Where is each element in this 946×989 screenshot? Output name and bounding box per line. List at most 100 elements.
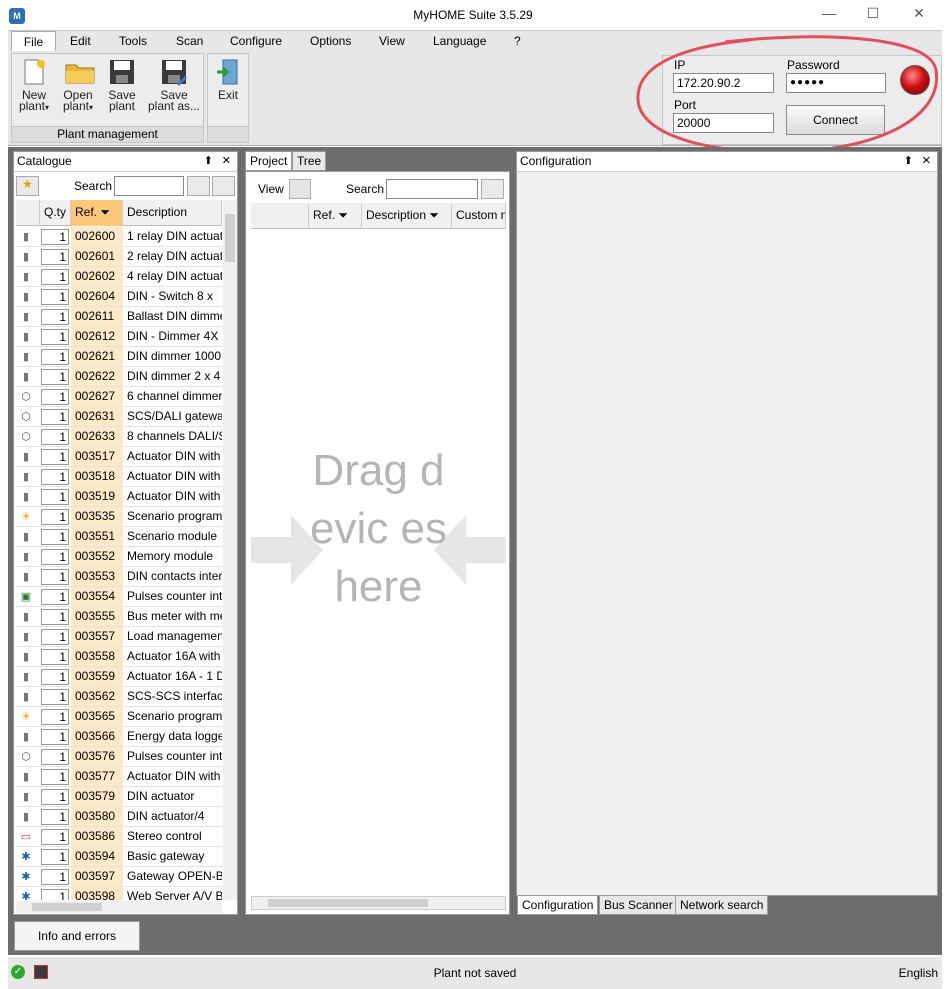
project-search-input[interactable]	[386, 179, 478, 199]
table-row[interactable]: ▮ 1 003551 Scenario module	[16, 527, 222, 547]
menu-configure[interactable]: Configure	[230, 34, 282, 48]
catalogue-search-input[interactable]	[114, 176, 184, 196]
save-plant-as-button[interactable]: Save plant as...	[146, 58, 202, 112]
filter-icon[interactable]: ⏷	[100, 205, 110, 219]
table-row[interactable]: ▮ 1 003577 Actuator DIN with	[16, 767, 222, 787]
menu-edit[interactable]: Edit	[70, 34, 91, 48]
qty-input[interactable]: 1	[41, 689, 69, 705]
table-row[interactable]: ☀ 1 003565 Scenario programi	[16, 707, 222, 727]
table-row[interactable]: ⬡ 1 002633 8 channels DALI/S	[16, 427, 222, 447]
table-row[interactable]: ▮ 1 002600 1 relay DIN actuat	[16, 227, 222, 247]
view-mode-icon[interactable]	[289, 179, 311, 199]
table-row[interactable]: ▮ 1 003553 DIN contacts inter	[16, 567, 222, 587]
tab-bus-scanner[interactable]: Bus Scanner	[599, 895, 678, 915]
table-row[interactable]: ✱ 1 003597 Gateway OPEN-BA	[16, 867, 222, 887]
qty-column-header[interactable]: Q.ty	[40, 200, 71, 226]
qty-input[interactable]: 1	[41, 569, 69, 585]
qty-input[interactable]: 1	[41, 669, 69, 685]
table-row[interactable]: ▮ 1 003555 Bus meter with me	[16, 607, 222, 627]
catalogue-horizontal-scrollbar[interactable]	[16, 901, 222, 913]
save-plant-button[interactable]: Save plant	[104, 58, 140, 112]
tab-network-search[interactable]: Network search	[675, 895, 769, 915]
table-row[interactable]: ▭ 1 003586 Stereo control	[16, 827, 222, 847]
project-eraser-icon[interactable]	[481, 179, 504, 199]
qty-input[interactable]: 1	[41, 649, 69, 665]
pin-icon[interactable]: ⬆	[204, 152, 213, 171]
qty-input[interactable]: 1	[41, 729, 69, 745]
qty-input[interactable]: 1	[41, 229, 69, 245]
qty-input[interactable]: 1	[41, 829, 69, 845]
table-row[interactable]: ☀ 1 003535 Scenario programi	[16, 507, 222, 527]
scroll-thumb[interactable]	[225, 214, 235, 262]
table-row[interactable]: ▮ 1 003566 Energy data logge	[16, 727, 222, 747]
project-custom-column-header[interactable]: Custom n	[452, 203, 506, 229]
table-row[interactable]: ⬡ 1 002631 SCS/DALI gateway	[16, 407, 222, 427]
qty-input[interactable]: 1	[41, 709, 69, 725]
config-pin-icon[interactable]: ⬆	[904, 152, 913, 171]
table-row[interactable]: ▮ 1 002604 DIN - Switch 8 x	[16, 287, 222, 307]
qty-input[interactable]: 1	[41, 509, 69, 525]
config-close-icon[interactable]: ✕	[922, 152, 931, 171]
tab-project[interactable]: Project	[245, 151, 293, 171]
table-row[interactable]: ⬡ 1 003576 Pulses counter int	[16, 747, 222, 767]
filter-icon[interactable]: ⏷	[429, 208, 439, 222]
eraser-icon[interactable]	[187, 176, 210, 196]
project-ref-column-header[interactable]: Ref. ⏷	[309, 203, 362, 229]
table-row[interactable]: ▮ 1 003562 SCS-SCS interface	[16, 687, 222, 707]
menu-view[interactable]: View	[379, 34, 405, 48]
qty-input[interactable]: 1	[41, 869, 69, 885]
table-row[interactable]: ▮ 1 003558 Actuator 16A with	[16, 647, 222, 667]
table-row[interactable]: ✱ 1 003598 Web Server A/V B	[16, 887, 222, 900]
menu-file[interactable]: File	[11, 31, 56, 53]
tab-tree[interactable]: Tree	[292, 151, 327, 171]
qty-input[interactable]: 1	[41, 289, 69, 305]
qty-input[interactable]: 1	[41, 749, 69, 765]
menu-help[interactable]: ?	[514, 34, 521, 48]
project-description-column-header[interactable]: Description ⏷	[362, 203, 452, 229]
table-row[interactable]: ▮ 1 002611 Ballast DIN dimme	[16, 307, 222, 327]
table-row[interactable]: ✱ 1 003594 Basic gateway	[16, 847, 222, 867]
table-row[interactable]: ▮ 1 003580 DIN actuator/4	[16, 807, 222, 827]
table-row[interactable]: ▮ 1 003518 Actuator DIN with	[16, 467, 222, 487]
maximize-button[interactable]: ☐	[850, 0, 896, 28]
description-column-header[interactable]: Description	[123, 200, 222, 226]
info-and-errors-button[interactable]: Info and errors	[14, 921, 140, 951]
qty-input[interactable]: 1	[41, 449, 69, 465]
table-row[interactable]: ▮ 1 002622 DIN dimmer 2 x 4	[16, 367, 222, 387]
table-row[interactable]: ▮ 1 003517 Actuator DIN with	[16, 447, 222, 467]
qty-input[interactable]: 1	[41, 529, 69, 545]
table-row[interactable]: ▮ 1 003579 DIN actuator	[16, 787, 222, 807]
tab-configuration[interactable]: Configuration	[517, 895, 599, 915]
qty-input[interactable]: 1	[41, 309, 69, 325]
qty-input[interactable]: 1	[41, 409, 69, 425]
table-row[interactable]: ▮ 1 002612 DIN - Dimmer 4X	[16, 327, 222, 347]
qty-input[interactable]: 1	[41, 549, 69, 565]
project-hscroll-thumb[interactable]	[268, 899, 428, 907]
ref-column-header[interactable]: Ref. ⏷	[71, 200, 123, 226]
hscroll-thumb[interactable]	[32, 903, 102, 911]
table-row[interactable]: ▮ 1 003557 Load management	[16, 627, 222, 647]
qty-input[interactable]: 1	[41, 609, 69, 625]
qty-input[interactable]: 1	[41, 389, 69, 405]
qty-input[interactable]: 1	[41, 269, 69, 285]
project-horizontal-scrollbar[interactable]	[251, 896, 506, 910]
table-row[interactable]: ▮ 1 002621 DIN dimmer 1000	[16, 347, 222, 367]
menu-options[interactable]: Options	[310, 34, 351, 48]
qty-input[interactable]: 1	[41, 369, 69, 385]
minimize-button[interactable]: —	[806, 0, 852, 28]
qty-input[interactable]: 1	[41, 889, 69, 900]
catalogue-options-icon[interactable]	[212, 176, 235, 196]
close-button[interactable]: ✕	[896, 0, 942, 28]
menu-scan[interactable]: Scan	[176, 34, 203, 48]
qty-input[interactable]: 1	[41, 349, 69, 365]
table-row[interactable]: ▮ 1 002601 2 relay DIN actuat	[16, 247, 222, 267]
table-row[interactable]: ▣ 1 003554 Pulses counter int	[16, 587, 222, 607]
qty-input[interactable]: 1	[41, 789, 69, 805]
open-plant-button[interactable]: Open plant▾	[58, 58, 98, 113]
qty-input[interactable]: 1	[41, 769, 69, 785]
menu-language[interactable]: Language	[433, 34, 486, 48]
close-icon[interactable]: ✕	[222, 152, 231, 171]
qty-input[interactable]: 1	[41, 469, 69, 485]
qty-input[interactable]: 1	[41, 809, 69, 825]
qty-input[interactable]: 1	[41, 249, 69, 265]
